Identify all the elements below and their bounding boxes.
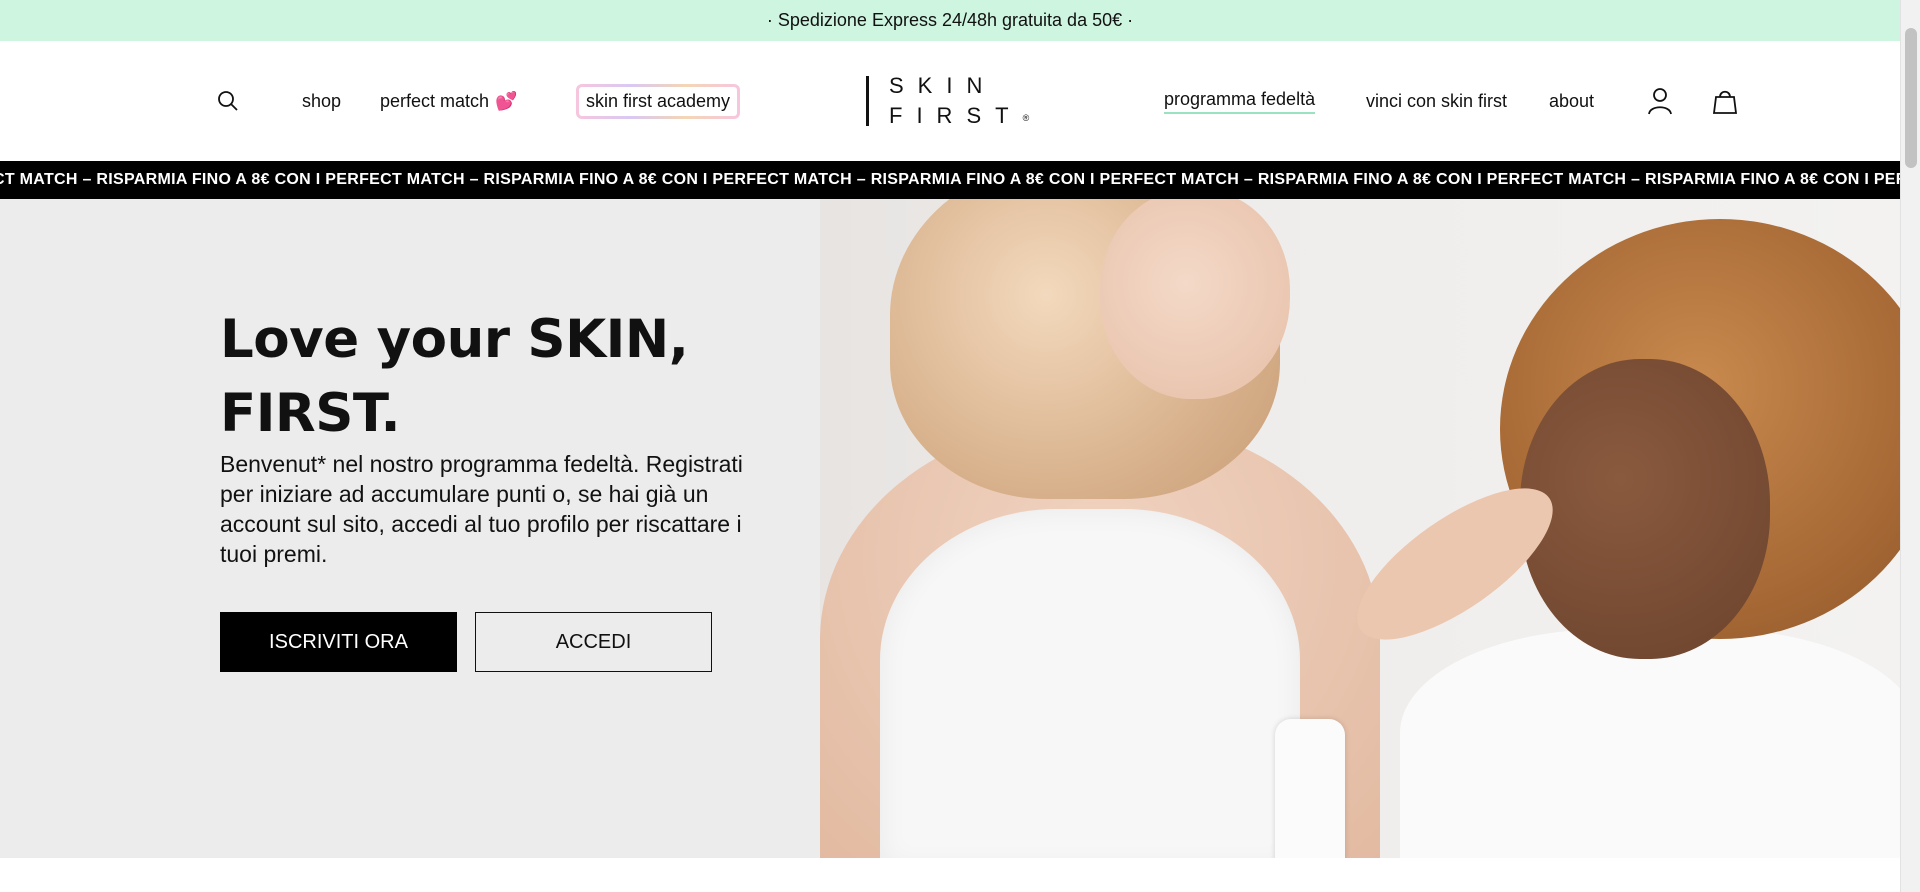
- announcement-text: · Spedizione Express 24/48h gratuita da …: [766, 10, 1134, 30]
- announcement-bar: · Spedizione Express 24/48h gratuita da …: [0, 0, 1900, 41]
- hero-image-white-top: [880, 509, 1300, 858]
- nav-academy-label: skin first academy: [576, 84, 740, 119]
- cart-button[interactable]: [1711, 41, 1741, 161]
- logo-text: SKIN FIRST®: [889, 71, 1029, 131]
- scrollbar-thumb[interactable]: [1905, 28, 1917, 168]
- nav-win[interactable]: vinci con skin first: [1366, 41, 1507, 161]
- promo-marquee: ECT MATCH – RISPARMIA FINO A 8€ CON I PE…: [0, 161, 1900, 199]
- hero-description: Benvenut* nel nostro programma fedeltà. …: [220, 451, 743, 567]
- account-button[interactable]: [1647, 41, 1675, 161]
- nav-perfect-match[interactable]: perfect match 💕: [380, 41, 517, 161]
- hero-image-person-right-face: [1520, 359, 1770, 659]
- user-icon: [1648, 88, 1672, 115]
- nav-win-label: vinci con skin first: [1366, 90, 1508, 111]
- hero-title-line-2: FIRST.: [220, 383, 401, 444]
- hearts-icon: 💕: [495, 90, 518, 111]
- nav-perfect-match-label: perfect match: [380, 90, 490, 111]
- signup-button[interactable]: ISCRIVITI ORA: [220, 612, 457, 672]
- signup-button-label: ISCRIVITI ORA: [269, 630, 408, 653]
- site-header: shop perfect match 💕 skin first academy …: [0, 41, 1900, 161]
- search-button[interactable]: [216, 41, 244, 161]
- login-button[interactable]: ACCEDI: [475, 612, 712, 672]
- hero-image-person-left-face: [1100, 199, 1290, 399]
- nav-about-label: about: [1549, 90, 1595, 111]
- hero-section: Love your SKIN, FIRST. Benvenut* nel nos…: [0, 199, 1900, 858]
- nav-shop[interactable]: shop: [302, 41, 341, 161]
- promo-marquee-text: ECT MATCH – RISPARMIA FINO A 8€ CON I PE…: [0, 171, 1900, 188]
- hero-image: [820, 199, 1900, 858]
- bag-icon: [1712, 90, 1738, 114]
- hero-image-person-right-tshirt: [1400, 629, 1900, 858]
- search-icon: [218, 91, 238, 111]
- login-button-label: ACCEDI: [555, 630, 632, 653]
- nav-loyalty-program[interactable]: programma fedeltà: [1164, 41, 1316, 161]
- registered-mark: ®: [1022, 113, 1030, 123]
- nav-loyalty-label: programma fedeltà: [1164, 89, 1316, 114]
- hero-title-line-1: Love your SKIN,: [220, 309, 689, 370]
- page-scrollbar[interactable]: [1900, 0, 1920, 892]
- hero-image-cream-tube: [1275, 719, 1345, 858]
- logo-bar: [866, 76, 869, 126]
- logo-line-first-text: FIRST: [889, 103, 1023, 128]
- nav-academy[interactable]: skin first academy: [576, 41, 740, 161]
- logo-line-skin: SKIN: [889, 73, 997, 98]
- page-content-below: [0, 858, 1900, 892]
- nav-about[interactable]: about: [1549, 41, 1594, 161]
- logo-line-first: FIRST®: [889, 101, 1029, 131]
- nav-shop-label: shop: [302, 90, 342, 111]
- hero-title: Love your SKIN, FIRST.: [220, 303, 780, 451]
- site-logo[interactable]: SKIN FIRST®: [866, 41, 1038, 161]
